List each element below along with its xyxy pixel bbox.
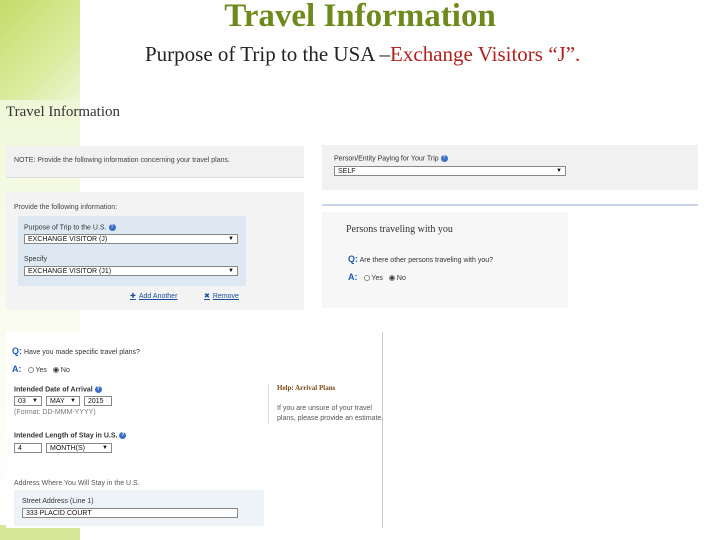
form-heading: Travel Information [6,104,121,120]
subtitle-emphasis: Exchange Visitors “J”. [390,42,581,66]
street-label: Street Address (Line 1) [22,498,94,505]
format-hint: (Format: DD-MMM-YYYY) [14,409,96,416]
subtitle-prefix: Purpose of Trip to the USA – [145,42,391,66]
dropdown-arrow-icon: ▼ [228,268,234,274]
purpose-label: Purpose of Trip to the U.S.? [24,224,116,231]
help-icon[interactable]: ? [119,432,127,439]
dropdown-arrow-icon: ▼ [70,398,76,404]
no-radio[interactable] [388,275,395,282]
question-mark-icon: Q: [12,346,22,356]
dropdown-arrow-icon: ▼ [556,168,562,174]
specify-label: Specify [24,256,47,263]
persons-title: Persons traveling with you [346,224,453,235]
dropdown-arrow-icon: ▼ [32,398,38,404]
arrival-year-input[interactable]: 2015 [84,396,112,406]
persons-answer: A: Yes No [348,272,406,282]
help-text: If you are unsure of your travel plans, … [277,405,384,422]
address-label: Address Where You Will Stay in the U.S. [14,480,140,487]
specify-select[interactable]: EXCHANGE VISITOR (J1) ▼ [24,266,238,276]
arrival-day-select[interactable]: 03 ▼ [14,396,42,406]
arrival-month-select[interactable]: MAY ▼ [46,396,80,406]
paying-panel: Person/Entity Paying for Your Trip? SELF… [322,145,698,190]
address-group: Street Address (Line 1) 333 PLACID COURT [14,490,264,526]
stay-length-input[interactable]: 4 [14,443,42,453]
slide-subtitle: Purpose of Trip to the USA –Exchange Vis… [145,42,580,67]
dropdown-arrow-icon: ▼ [102,445,108,451]
travel-plans-answer: A: Yes No [12,364,70,374]
stay-unit-select[interactable]: MONTH(S) ▼ [46,443,112,453]
divider [322,204,698,206]
stay-label: Intended Length of Stay in U.S.? [14,432,127,440]
persons-question: Q: Are there other persons traveling wit… [348,254,494,264]
arrival-label: Intended Date of Arrival? [14,386,102,394]
persons-panel: Persons traveling with you Q: Are there … [322,212,568,308]
no-radio[interactable] [52,367,59,374]
help-icon[interactable]: ? [108,224,116,231]
purpose-select[interactable]: EXCHANGE VISITOR (J) ▼ [24,234,238,244]
paying-select[interactable]: SELF ▼ [334,166,566,176]
help-title: Help: Arrival Plans [277,384,336,392]
travel-plans-question: Q: Have you made specific travel plans? [12,346,140,356]
purpose-field-group: Purpose of Trip to the U.S.? EXCHANGE VI… [18,216,246,286]
yes-radio[interactable] [363,275,370,282]
note-box: NOTE: Provide the following information … [6,146,304,178]
paying-label: Person/Entity Paying for Your Trip? [334,155,448,162]
help-icon[interactable]: ? [440,155,448,162]
provide-label: Provide the following information: [14,204,118,211]
question-mark-icon: Q: [348,254,358,264]
street-input[interactable]: 333 PLACID COURT [22,508,238,518]
purpose-section: Provide the following information: Purpo… [6,192,304,310]
add-another-link[interactable]: ✚ Add Another [130,292,177,300]
yes-radio[interactable] [27,367,34,374]
note-text: NOTE: Provide the following information … [14,157,230,164]
help-panel: Help: Arrival Plans If you are unsure of… [268,384,387,424]
dropdown-arrow-icon: ▼ [228,236,234,242]
help-icon[interactable]: ? [94,386,102,393]
remove-icon: ✖ [204,293,210,300]
travel-plans-section: Q: Have you made specific travel plans? … [6,332,383,528]
add-icon: ✚ [130,293,136,300]
remove-link[interactable]: ✖ Remove [204,292,239,300]
slide-title: Travel Information [224,0,496,34]
